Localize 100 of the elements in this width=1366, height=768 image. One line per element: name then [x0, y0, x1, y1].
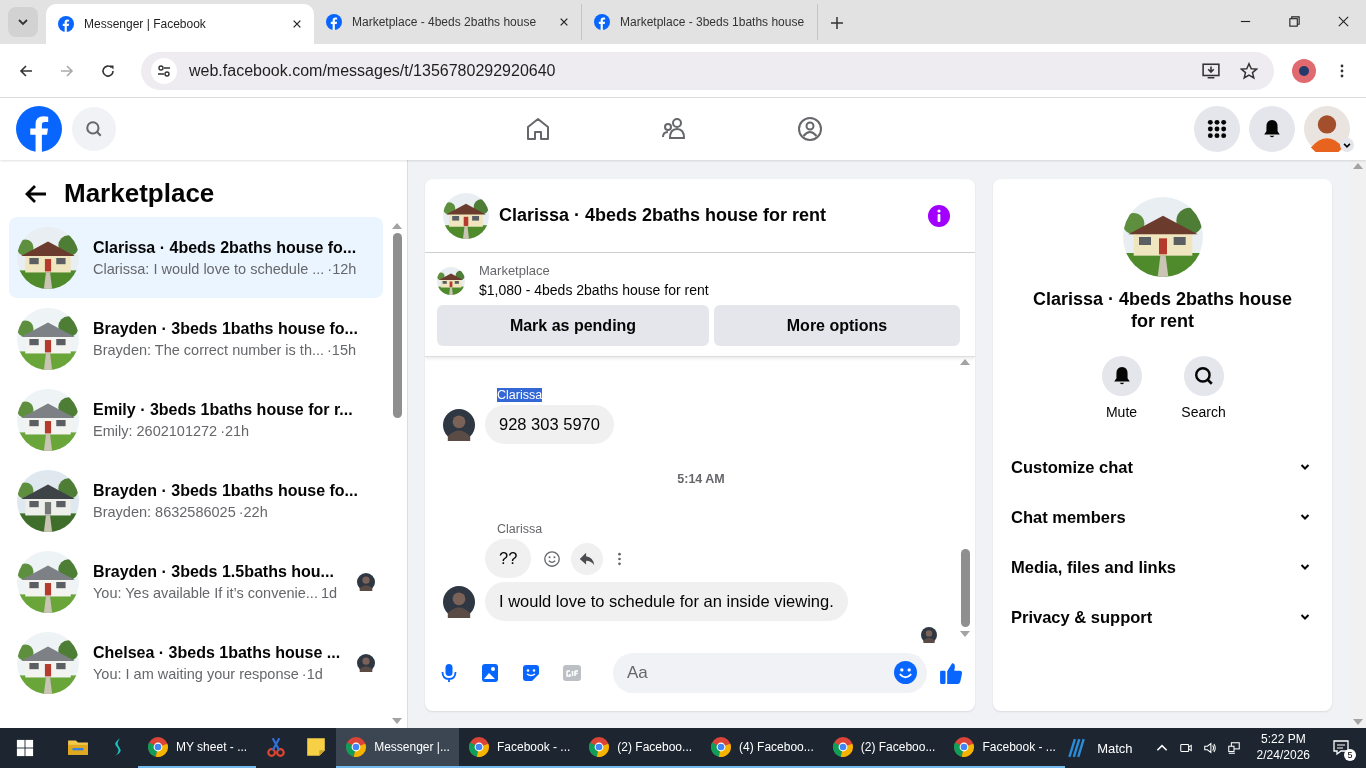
conversation-time: ·22h: [238, 503, 268, 520]
conversation-item[interactable]: Emily · 3beds 1baths house for r... Emily: 2602101272 ·21h: [9, 379, 383, 460]
chrome-icon[interactable]: [467, 736, 490, 758]
menu-button[interactable]: [1194, 106, 1240, 152]
restore-icon[interactable]: [1288, 15, 1301, 28]
sticker-icon[interactable]: [521, 663, 541, 683]
message-bubble: ??: [485, 539, 532, 578]
chrome-icon[interactable]: [831, 736, 854, 758]
avatar-icon: [921, 627, 937, 643]
conversation-item[interactable]: Clarissa · 4beds 2baths house fo... Clarissa: I would love to schedule ... ·12h: [9, 217, 383, 298]
bell-icon: [1111, 366, 1132, 387]
browser-tab[interactable]: Messenger | Facebook: [46, 4, 314, 44]
chevron-down-icon[interactable]: [1340, 138, 1354, 152]
info-icon[interactable]: [927, 203, 951, 228]
mute-button[interactable]: [1101, 356, 1142, 397]
reload-icon[interactable]: [100, 62, 116, 79]
conversation-title: Brayden · 3beds 1baths house fo...: [93, 481, 359, 500]
conversation-item[interactable]: Brayden · 3beds 1.5baths hou... You: Yes available If it’s convenie... 1d: [9, 541, 383, 622]
taskbar-item[interactable]: (4) Faceboo...: [701, 728, 823, 768]
bell-icon: [1262, 119, 1282, 139]
microphone-icon[interactable]: [439, 663, 459, 683]
conversation-preview: Brayden: 8632586025: [93, 503, 236, 520]
chrome-icon[interactable]: [588, 736, 611, 758]
site-settings-icon[interactable]: [151, 57, 177, 84]
listing-action-button[interactable]: Mark as pending: [437, 305, 709, 346]
close-icon[interactable]: [292, 19, 302, 29]
details-section[interactable]: Media, files and links: [1011, 542, 1314, 593]
message-bubble: 928 303 5970: [485, 405, 614, 444]
back-icon[interactable]: [18, 62, 34, 79]
more-icon[interactable]: [617, 550, 623, 567]
browser-tab[interactable]: Marketplace - 3beds 1baths house: [582, 4, 818, 40]
address-field[interactable]: web.facebook.com/messages/t/1356780292920640: [141, 51, 1274, 90]
avatar-icon: [443, 585, 475, 618]
avatar-icon: [443, 408, 475, 441]
conversation-item[interactable]: Brayden · 3beds 1baths house fo... Brayden: The correct number is th... ·15h: [9, 298, 383, 379]
close-icon[interactable]: [1337, 15, 1350, 28]
conversation-preview: You: Yes available If it’s convenie...: [93, 584, 318, 601]
profile-icon[interactable]: [1292, 58, 1316, 83]
listing-title[interactable]: $1,080 - 4beds 2baths house for rent: [479, 282, 709, 298]
tab-search-button[interactable]: [8, 7, 38, 37]
chrome-icon[interactable]: [345, 736, 368, 758]
conversation-preview: Emily: 2602101272: [93, 422, 218, 439]
groups-icon[interactable]: [796, 115, 824, 143]
account-avatar-icon[interactable]: [1304, 106, 1350, 152]
message-field[interactable]: Aa: [613, 653, 927, 693]
chrome-icon[interactable]: [953, 736, 976, 758]
listing-action-button[interactable]: More options: [714, 305, 960, 346]
action-label: Mute: [1105, 404, 1138, 421]
listing-label: Marketplace: [479, 263, 551, 278]
reply-button[interactable]: [571, 542, 604, 575]
volume-icon[interactable]: [1202, 741, 1217, 755]
image-icon[interactable]: [480, 663, 500, 683]
details-section[interactable]: Privacy & support: [1011, 592, 1314, 643]
star-icon[interactable]: [1240, 61, 1258, 80]
note-icon[interactable]: [305, 736, 328, 758]
weather-widget[interactable]: Match: [1065, 737, 1133, 759]
close-icon[interactable]: [559, 17, 569, 27]
conversation-preview: You: I am waiting your response: [93, 665, 299, 682]
taskbar-item[interactable]: Facebook - ...: [458, 728, 580, 768]
search-icon: [85, 120, 103, 138]
message-time: 5:14 AM: [677, 472, 725, 486]
taskbar-item[interactable]: Facebook - ...: [944, 728, 1065, 768]
search-button[interactable]: [1183, 356, 1224, 397]
taskbar-item[interactable]: (2) Faceboo...: [822, 728, 945, 768]
chrome-icon[interactable]: [147, 736, 169, 758]
clock[interactable]: 5:22 PM 2/24/2026: [1256, 732, 1310, 764]
details-section[interactable]: Chat members: [1011, 492, 1314, 543]
facebook-icon: [58, 16, 74, 32]
home-icon[interactable]: [524, 115, 552, 143]
notification-count: 5: [1344, 749, 1356, 761]
emoji-icon[interactable]: [894, 661, 917, 684]
notification-icon[interactable]: [1332, 739, 1350, 757]
conversation-item[interactable]: Chelsea · 3beds 1baths house ... You: I am waiting your response ·1d: [9, 622, 383, 703]
conversation-item[interactable]: Brayden · 3beds 1baths house fo... Brayden: 8632586025 ·22h: [9, 460, 383, 541]
scrollbar-thumb[interactable]: [392, 233, 402, 418]
new-tab-icon[interactable]: [830, 16, 844, 30]
chevron-down-icon: [17, 16, 29, 28]
taskbar-item[interactable]: MY sheet - ...: [138, 728, 257, 768]
emoji-icon[interactable]: [543, 549, 562, 568]
thumbs-up-icon[interactable]: [939, 661, 963, 685]
facebook-logo[interactable]: [16, 106, 62, 152]
conversation-time: 1d: [320, 584, 338, 601]
notifications-button[interactable]: [1249, 106, 1295, 152]
facebook-icon: [594, 14, 610, 30]
taskbar-item[interactable]: Messenger |...: [336, 728, 459, 768]
grid-icon: [1207, 119, 1227, 139]
sender-name: Clarissa: [497, 522, 543, 536]
network-icon[interactable]: [1226, 741, 1241, 755]
conversation-title: Clarissa · 4beds 2baths house fo...: [93, 238, 358, 257]
chrome-icon[interactable]: [710, 736, 733, 758]
camera-icon[interactable]: [1178, 741, 1193, 755]
scissors-icon[interactable]: [265, 736, 288, 758]
taskbar-item[interactable]: (2) Faceboo...: [579, 728, 702, 768]
browser-tab[interactable]: Marketplace - 4beds 2baths house: [314, 4, 582, 40]
install-icon[interactable]: [1202, 61, 1220, 80]
message-bubble: I would love to schedule for an inside viewing.: [485, 582, 848, 621]
details-section[interactable]: Customize chat: [1011, 442, 1314, 493]
conversation-title: Emily · 3beds 1baths house for r...: [93, 400, 354, 419]
scrollbar-thumb[interactable]: [960, 549, 970, 627]
start-icon[interactable]: [16, 739, 34, 757]
